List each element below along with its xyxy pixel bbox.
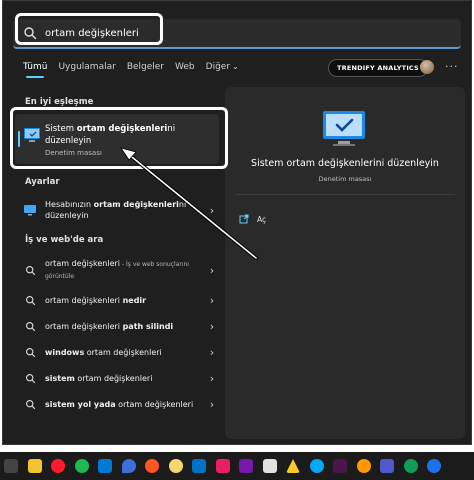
tab-more[interactable]: Diğer ⌄ bbox=[206, 62, 239, 76]
opera-icon[interactable] bbox=[51, 459, 65, 473]
tab-web[interactable]: Web bbox=[175, 62, 195, 76]
task-view-icon[interactable] bbox=[4, 459, 18, 473]
preview-subtitle: Denetim masası bbox=[318, 175, 372, 183]
chevron-right-icon: › bbox=[209, 293, 215, 307]
app-icon[interactable] bbox=[215, 459, 230, 473]
best-match-heading: En iyi eşleşme bbox=[25, 97, 94, 107]
avatar[interactable] bbox=[420, 60, 434, 74]
chevron-right-icon: › bbox=[209, 203, 215, 217]
web-result-label: sistem yol yada ortam değişkenleri bbox=[45, 399, 194, 409]
search-icon bbox=[25, 347, 35, 357]
open-action[interactable]: Aç bbox=[239, 214, 266, 224]
search-icon bbox=[25, 399, 35, 409]
settings-result[interactable]: Hesabınızın ortam değişkenlerini düzenle… bbox=[15, 196, 219, 224]
tab-all[interactable]: Tümü bbox=[23, 62, 47, 78]
search-window: Tümü Uygulamalar Belgeler Web Diğer⌄ TRE… bbox=[2, 0, 472, 445]
web-result-label: ortam değişkenleri - İş ve web sonuçları… bbox=[45, 259, 189, 280]
web-heading: İş ve web'de ara bbox=[25, 235, 104, 245]
search-input[interactable] bbox=[45, 27, 345, 39]
more-options-icon[interactable]: ··· bbox=[445, 60, 459, 73]
app-icon[interactable] bbox=[309, 459, 324, 473]
best-match-result[interactable]: Sistem ortam değişkenlerini düzenleyin D… bbox=[15, 114, 219, 164]
search-icon bbox=[25, 265, 35, 275]
settings-result-label: Hesabınızın ortam değişkenlerini düzenle… bbox=[45, 200, 187, 220]
web-result-label: sistem ortam değişkenleri bbox=[45, 373, 153, 383]
app-icon[interactable] bbox=[356, 459, 371, 473]
web-result[interactable]: sistem ortam değişkenleri › bbox=[15, 365, 219, 391]
chevron-right-icon: › bbox=[209, 345, 215, 359]
preview-title: Sistem ortam değişkenlerini düzenleyin bbox=[251, 158, 439, 169]
edge-icon[interactable] bbox=[403, 459, 418, 473]
chevron-right-icon: › bbox=[209, 371, 215, 385]
preview-pane: Sistem ortam değişkenlerini düzenleyin D… bbox=[225, 87, 465, 439]
open-external-icon bbox=[239, 214, 249, 224]
app-icon[interactable] bbox=[286, 459, 300, 473]
file-explorer-icon[interactable] bbox=[27, 459, 42, 473]
web-result-label: windows ortam değişkenleri bbox=[45, 347, 162, 357]
maps-icon[interactable] bbox=[121, 459, 136, 473]
filter-tabs: Tümü Uygulamalar Belgeler Web Diğer ⌄ bbox=[23, 62, 250, 78]
search-icon bbox=[25, 321, 35, 331]
app-icon[interactable] bbox=[145, 459, 159, 473]
app-icon[interactable] bbox=[262, 459, 277, 473]
slack-icon[interactable] bbox=[333, 459, 347, 473]
selection-indicator bbox=[18, 131, 20, 147]
search-bar[interactable] bbox=[13, 19, 461, 49]
web-result[interactable]: ortam değişkenleri path silindi › bbox=[15, 313, 219, 339]
search-icon bbox=[25, 373, 35, 383]
tab-more-label: Diğer bbox=[205, 62, 231, 72]
divider bbox=[235, 194, 455, 195]
vscode-icon[interactable] bbox=[98, 459, 112, 473]
chrome-icon[interactable] bbox=[427, 459, 441, 473]
web-result-label: ortam değişkenleri nedir bbox=[45, 295, 147, 305]
web-result[interactable]: sistem yol yada ortam değişkenleri › bbox=[15, 391, 219, 417]
control-panel-icon bbox=[323, 111, 365, 146]
best-match-title: Sistem ortam değişkenlerini düzenleyin bbox=[45, 124, 176, 146]
open-action-label: Aç bbox=[257, 214, 267, 224]
web-result[interactable]: ortam değişkenleri nedir › bbox=[15, 287, 219, 313]
tab-documents[interactable]: Belgeler bbox=[127, 62, 164, 76]
search-icon bbox=[25, 295, 35, 305]
spotify-icon[interactable] bbox=[74, 459, 89, 473]
web-result-label: ortam değişkenleri path silindi bbox=[45, 321, 174, 331]
web-result[interactable]: ortam değişkenleri - İş ve web sonuçları… bbox=[15, 256, 219, 284]
best-match-subtitle: Denetim masası bbox=[45, 149, 102, 157]
outlook-icon[interactable] bbox=[192, 459, 206, 473]
web-result[interactable]: windows ortam değişkenleri › bbox=[15, 339, 219, 365]
settings-heading: Ayarlar bbox=[25, 177, 60, 187]
onenote-icon[interactable] bbox=[239, 459, 253, 473]
control-panel-icon bbox=[24, 128, 40, 142]
chevron-down-icon: ⌄ bbox=[232, 62, 239, 71]
gaming-icon[interactable] bbox=[168, 459, 183, 473]
monitor-icon bbox=[24, 205, 36, 216]
chevron-right-icon: › bbox=[209, 319, 215, 333]
teams-icon[interactable] bbox=[380, 459, 394, 473]
tab-apps[interactable]: Uygulamalar bbox=[58, 62, 115, 76]
chevron-right-icon: › bbox=[209, 397, 215, 411]
search-icon bbox=[24, 27, 37, 40]
taskbar bbox=[0, 452, 474, 480]
org-badge[interactable]: TRENDIFY ANALYTICS bbox=[328, 59, 428, 77]
chevron-right-icon: › bbox=[209, 263, 215, 277]
